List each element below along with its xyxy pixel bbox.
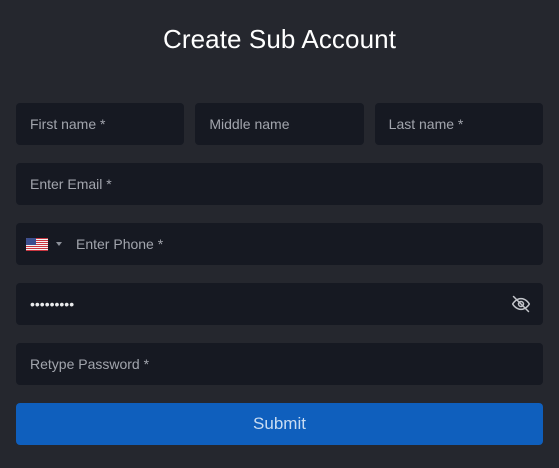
country-code-selector[interactable] — [16, 223, 62, 265]
phone-input[interactable] — [62, 223, 543, 265]
password-field-wrapper — [16, 283, 543, 325]
eye-off-icon[interactable] — [511, 294, 531, 314]
first-name-input[interactable] — [16, 103, 185, 145]
phone-row — [16, 223, 543, 265]
name-row — [16, 103, 543, 145]
middle-name-input[interactable] — [195, 103, 364, 145]
last-name-field-wrapper — [374, 103, 543, 145]
create-sub-account-panel: Create Sub Account First name * Middle n… — [0, 0, 559, 468]
password-input[interactable] — [16, 283, 543, 325]
email-input[interactable] — [16, 163, 543, 205]
middle-name-field-wrapper — [195, 103, 364, 145]
us-flag-icon — [26, 237, 48, 251]
page-title: Create Sub Account — [162, 24, 397, 54]
submit-button[interactable]: Submit — [16, 403, 543, 445]
password-row — [16, 283, 543, 325]
retype-password-input[interactable] — [16, 343, 543, 385]
last-name-input[interactable] — [374, 103, 543, 145]
phone-field-wrapper — [16, 223, 543, 265]
email-row — [16, 163, 543, 205]
retype-password-row — [16, 343, 543, 385]
first-name-field-wrapper — [16, 103, 185, 145]
retype-password-field-wrapper — [16, 343, 543, 385]
email-field-wrapper — [16, 163, 543, 205]
